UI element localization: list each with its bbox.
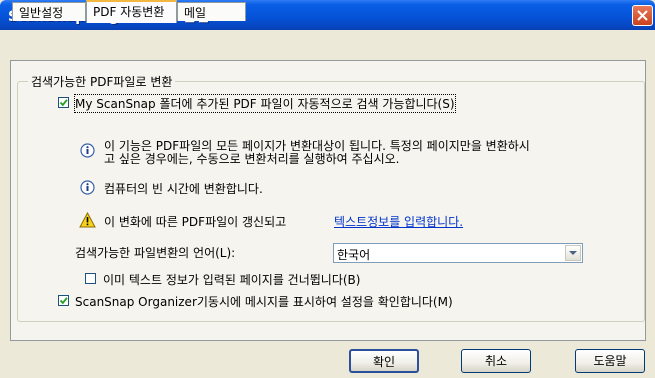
dropdown-button[interactable] [565, 245, 581, 261]
options-dialog: ScanSnap Organizer - 옵션 일반설정 PDF 자동변환 메일… [0, 0, 655, 378]
help-button[interactable]: 도움말 [575, 349, 645, 373]
close-icon [637, 10, 648, 21]
language-label: 검색가능한 파일변환의 언어(L): [75, 246, 236, 260]
cancel-button[interactable]: 취소 [461, 349, 531, 373]
chevron-down-icon [569, 251, 577, 255]
info-icon [80, 180, 95, 195]
skip-pages-checkbox[interactable] [85, 273, 96, 284]
close-button[interactable] [632, 5, 653, 26]
auto-convert-label[interactable]: My ScanSnap 폴더에 추가된 PDF 파일이 자동적으로 검색 가능합… [74, 94, 456, 113]
ok-button[interactable]: 확인 [349, 349, 419, 373]
enter-text-info-link[interactable]: 텍스트정보를 입력합니다. [334, 213, 463, 230]
info-text-line2: 고 싶은 경우에는, 수동으로 변환처리를 실행하여 주십시오. [104, 152, 400, 166]
auto-convert-checkbox[interactable] [58, 97, 69, 108]
tab-mail[interactable]: 메일 [177, 2, 246, 21]
warning-icon [79, 212, 96, 228]
checkmark-icon [59, 99, 68, 107]
group-legend: 검색가능한 PDF파일로 변환 [28, 73, 176, 90]
show-message-checkbox[interactable] [58, 295, 69, 306]
language-selected-value: 한국어 [337, 248, 371, 262]
checkmark-icon [59, 297, 68, 305]
info-icon [80, 143, 95, 158]
warning-text: 이 변화에 따른 PDF파일이 갱신되고 [104, 215, 287, 229]
skip-pages-label[interactable]: 이미 텍스트 정보가 입력된 페이지를 건너뜁니다(B) [103, 271, 360, 288]
show-message-label[interactable]: ScanSnap Organizer기동시에 메시지를 표시하여 설정을 확인합… [75, 293, 453, 310]
tab-general[interactable]: 일반설정 [12, 2, 86, 21]
tab-pdf-auto-convert[interactable]: PDF 자동변환 [86, 0, 177, 23]
idle-time-text: 컴퓨터의 빈 시간에 변환합니다. [104, 182, 263, 196]
language-select[interactable]: 한국어 [333, 243, 583, 263]
